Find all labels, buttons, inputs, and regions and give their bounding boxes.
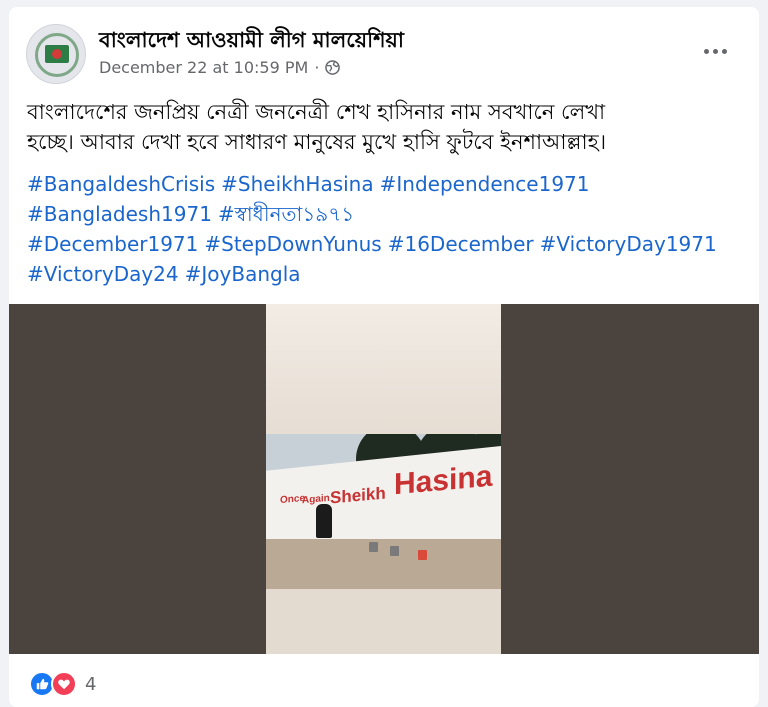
post-video[interactable]: Hasina Sheikh Again Once bbox=[9, 304, 759, 654]
thumbs-up-icon bbox=[36, 678, 49, 690]
hashtag-block: #BangaldeshCrisis #SheikhHasina #Independe… bbox=[27, 169, 747, 289]
frame-bottom bbox=[266, 589, 501, 654]
hashtag-link[interactable]: #VictoryDay24 bbox=[27, 262, 179, 286]
page-avatar[interactable] bbox=[26, 24, 86, 84]
wall-photo: Hasina Sheikh Again Once bbox=[266, 434, 501, 589]
post-body-line: বাংলাদেশের জনপ্রিয় নেত্রী জননেত্রী শেখ … bbox=[27, 100, 606, 124]
dot bbox=[703, 48, 709, 54]
wall-text-once: Once bbox=[280, 492, 306, 507]
post-card: বাংলাদেশ আওয়ামী লীগ মালয়েশিয়া Decembe… bbox=[9, 7, 759, 707]
post-meta: December 22 at 10:59 PM · bbox=[99, 58, 341, 77]
avatar-flag-sun bbox=[52, 49, 62, 59]
hashtag-link[interactable]: #16December bbox=[388, 232, 534, 256]
post-header: বাংলাদেশ আওয়ামী লীগ মালয়েশিয়া Decembe… bbox=[9, 7, 759, 97]
hashtag-link[interactable]: #Bangladesh1971 bbox=[27, 202, 212, 226]
post-timestamp[interactable]: December 22 at 10:59 PM bbox=[99, 58, 308, 77]
hashtag-link[interactable]: #BangaldeshCrisis bbox=[27, 172, 215, 196]
hashtag-link[interactable]: #VictoryDay1971 bbox=[540, 232, 717, 256]
hashtag-link[interactable]: #SheikhHasina bbox=[221, 172, 373, 196]
reaction-count: 4 bbox=[85, 673, 97, 695]
ground bbox=[266, 539, 501, 589]
hashtag-line: #December1971 #StepDownYunus #16December #V… bbox=[27, 229, 747, 259]
hashtag-link[interactable]: #Independence1971 bbox=[380, 172, 590, 196]
more-options-icon[interactable] bbox=[697, 41, 733, 61]
paint-bucket bbox=[418, 550, 427, 560]
page-name-link[interactable]: বাংলাদেশ আওয়ামী লীগ মালয়েশিয়া bbox=[99, 24, 404, 59]
paint-bucket bbox=[390, 546, 399, 556]
video-frame: Hasina Sheikh Again Once bbox=[266, 304, 501, 654]
meta-separator: · bbox=[314, 58, 320, 77]
love-icon bbox=[51, 671, 77, 697]
frame-top bbox=[266, 304, 501, 434]
hashtag-link[interactable]: #JoyBangla bbox=[185, 262, 301, 286]
dot bbox=[712, 48, 718, 54]
hashtag-link[interactable]: #স্বাধীনতা১৯৭১ bbox=[218, 202, 354, 226]
hashtag-link[interactable]: #December1971 bbox=[27, 232, 198, 256]
post-body: বাংলাদেশের জনপ্রিয় নেত্রী জননেত্রী শেখ … bbox=[27, 97, 747, 157]
globe-icon[interactable] bbox=[325, 60, 341, 75]
reaction-summary[interactable]: 4 bbox=[29, 671, 96, 697]
hashtag-link[interactable]: #StepDownYunus bbox=[204, 232, 381, 256]
hashtag-line: #Bangladesh1971 #স্বাধীনতা১৯৭১ bbox=[27, 199, 747, 229]
paint-bucket bbox=[369, 542, 378, 552]
post-body-line: হচ্ছে। আবার দেখা হবে সাধারণ মানুষের মুখে… bbox=[27, 130, 607, 154]
dot bbox=[721, 48, 727, 54]
painter-figure bbox=[316, 504, 332, 538]
hashtag-line: #VictoryDay24 #JoyBangla bbox=[27, 259, 747, 289]
hashtag-line: #BangaldeshCrisis #SheikhHasina #Independe… bbox=[27, 169, 747, 199]
heart-icon bbox=[58, 679, 70, 690]
